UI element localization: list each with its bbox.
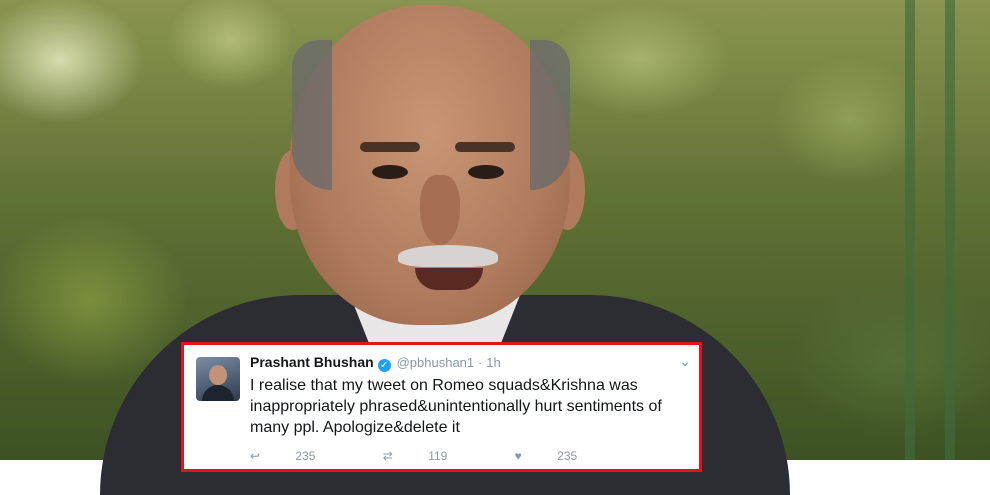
- retweet-icon: ⇄: [382, 449, 393, 463]
- tweet-text: I realise that my tweet on Romeo squads&…: [250, 377, 662, 436]
- moustache: [398, 245, 498, 267]
- chevron-down-icon[interactable]: ⌄: [679, 353, 691, 370]
- reply-count: 235: [295, 449, 316, 463]
- separator: ·: [478, 355, 483, 370]
- tweet-time[interactable]: 1h: [486, 355, 500, 370]
- tree-trunk: [945, 0, 955, 460]
- tweet-actions: ↩ 235 ⇄ 119 ♥ 235: [250, 449, 641, 463]
- left-eye: [372, 165, 408, 179]
- like-count: 235: [557, 449, 578, 463]
- reply-button[interactable]: ↩ 235: [250, 449, 347, 463]
- reply-icon: ↩: [250, 449, 261, 463]
- avatar[interactable]: [196, 357, 240, 401]
- author-handle[interactable]: @pbhushan1: [397, 355, 475, 370]
- tree-trunk: [905, 0, 915, 460]
- retweet-count: 119: [428, 449, 448, 463]
- retweet-button[interactable]: ⇄ 119: [383, 449, 480, 463]
- verified-icon: ✓: [377, 359, 391, 372]
- nose: [420, 175, 460, 245]
- tweet-header: Prashant Bhushan ✓ @pbhushan1 · 1h: [250, 354, 501, 372]
- tweet-card: Prashant Bhushan ✓ @pbhushan1 · 1h ⌄ I re…: [181, 342, 702, 472]
- like-button[interactable]: ♥ 235: [515, 449, 610, 463]
- hair-right: [530, 40, 570, 190]
- hair-left: [292, 40, 332, 190]
- heart-icon: ♥: [514, 449, 522, 463]
- left-eyebrow: [360, 142, 420, 152]
- author-name[interactable]: Prashant Bhushan: [250, 354, 374, 370]
- right-eyebrow: [455, 142, 515, 152]
- right-eye: [468, 165, 504, 179]
